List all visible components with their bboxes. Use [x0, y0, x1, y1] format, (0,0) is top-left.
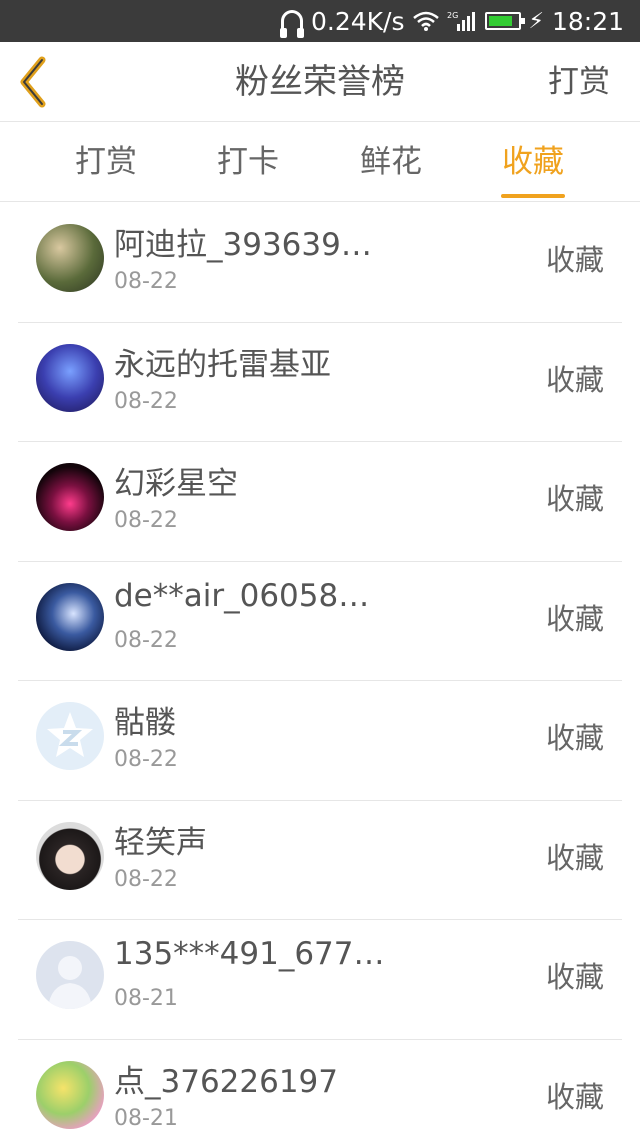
page-title: 粉丝荣誉榜 — [235, 62, 405, 102]
tab-reward[interactable]: 打赏 — [56, 122, 156, 202]
avatar — [36, 224, 104, 292]
tab-bar: 打赏 打卡 鲜花 收藏 — [0, 122, 640, 202]
headphone-icon — [279, 10, 304, 38]
tab-label: 鲜花 — [360, 144, 422, 180]
action-label: 收藏 — [545, 1079, 604, 1114]
list-item[interactable]: 轻笑声 08-22 收藏 — [18, 801, 622, 920]
charging-icon: ⚡︎ — [528, 8, 544, 34]
avatar — [36, 463, 104, 531]
user-name: 点_376226197 — [114, 1063, 339, 1100]
tab-label: 打赏 — [75, 144, 137, 180]
user-name: 永远的托雷基亚 — [114, 346, 331, 383]
avatar — [36, 702, 104, 770]
tab-label: 打卡 — [217, 144, 279, 180]
net-speed: 0.24K/s — [310, 6, 405, 36]
list-item[interactable]: 永远的托雷基亚 08-22 收藏 — [18, 323, 622, 442]
tab-flowers[interactable]: 鲜花 — [341, 122, 441, 202]
avatar — [36, 1060, 104, 1129]
user-name: 幻彩星空 — [114, 466, 238, 502]
reward-button[interactable]: 打赏 — [548, 42, 610, 122]
date: 08-22 — [114, 508, 178, 533]
action-label: 收藏 — [545, 721, 604, 755]
action-label: 收藏 — [545, 601, 604, 636]
network-type: 2G — [447, 11, 458, 20]
wifi-icon — [412, 11, 439, 31]
tab-label: 收藏 — [502, 144, 564, 180]
date: 08-22 — [114, 747, 178, 772]
action-label: 收藏 — [545, 482, 604, 516]
user-name: 轻笑声 — [114, 824, 207, 861]
action-label: 收藏 — [545, 840, 604, 875]
user-name: de**air_06058… — [114, 577, 370, 614]
avatar — [36, 941, 104, 1009]
list-item[interactable]: 幻彩星空 08-22 收藏 — [18, 442, 622, 562]
clock: 18:21 — [551, 6, 624, 36]
user-name: 骷髅 — [114, 705, 176, 741]
status-bar-right: 0.24K/s 2G ⚡︎ 18:21 — [279, 0, 624, 42]
date: 08-21 — [114, 1105, 178, 1131]
action-label: 收藏 — [545, 362, 604, 397]
user-name: 135***491_677… — [114, 936, 385, 972]
date: 08-22 — [114, 866, 178, 892]
app-header: 粉丝荣誉榜 打赏 — [0, 42, 640, 122]
signal-icon: 2G — [447, 11, 475, 31]
list-item[interactable]: 135***491_677… 08-21 收藏 — [18, 920, 622, 1040]
action-label: 收藏 — [545, 960, 604, 994]
list-item[interactable]: 阿迪拉_393639… 08-22 收藏 — [18, 203, 622, 323]
list-item[interactable]: de**air_06058… 08-22 收藏 — [18, 562, 622, 681]
avatar — [36, 343, 104, 412]
avatar — [36, 582, 104, 651]
battery-icon — [484, 12, 525, 30]
default-avatar-icon — [48, 956, 92, 1009]
tab-favorites[interactable]: 收藏 — [483, 122, 583, 202]
default-qq-avatar-icon — [47, 712, 93, 757]
list-item[interactable]: 点_376226197 08-21 收藏 — [18, 1040, 622, 1138]
date: 08-22 — [114, 388, 178, 414]
action-label: 收藏 — [545, 243, 604, 277]
active-tab-indicator — [501, 194, 565, 198]
fan-list: 阿迪拉_393639… 08-22 收藏 永远的托雷基亚 08-22 收藏 幻彩… — [0, 203, 640, 1138]
status-bar: 0.24K/s 2G ⚡︎ 18:21 — [0, 0, 640, 42]
avatar — [36, 821, 104, 890]
tab-checkin[interactable]: 打卡 — [198, 122, 298, 202]
battery-level-fill — [488, 16, 513, 26]
date: 08-22 — [114, 269, 178, 294]
list-item[interactable]: 骷髅 08-22 收藏 — [18, 681, 622, 801]
date: 08-22 — [114, 627, 178, 653]
date: 08-21 — [114, 986, 178, 1011]
user-name: 阿迪拉_393639… — [114, 227, 372, 263]
